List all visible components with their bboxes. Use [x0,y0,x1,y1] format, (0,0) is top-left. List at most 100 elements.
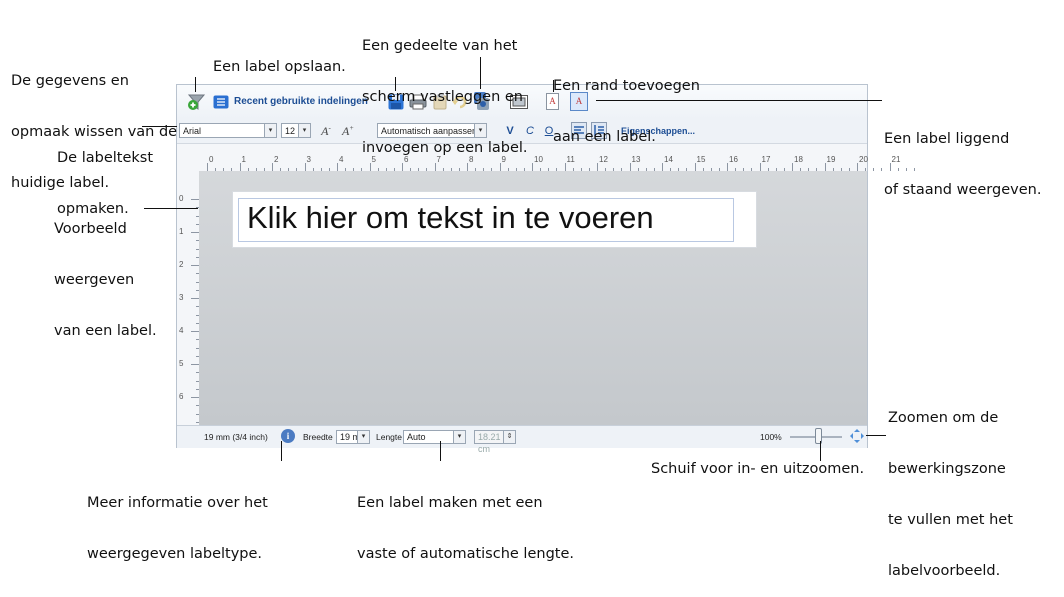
ruler-number: 1 [241,155,246,164]
length-select[interactable]: Auto ▾ [403,430,466,444]
ruler-tick [727,163,728,171]
callout-save: Een label opslaan. [213,59,346,75]
ruler-tick [662,163,663,171]
zoom-fit-icon [850,429,864,443]
callout-preview: Voorbeeld weergeven van een label. [54,187,157,357]
callout-line: invoegen op een label. [362,140,528,156]
ruler-tick [629,163,631,171]
leader-length [440,441,441,461]
ruler-tick [191,364,199,365]
ruler-tick [532,163,533,171]
leader-zoom-fit [866,435,886,436]
length-cm-value: 18.21 cm [478,432,501,454]
leader-orientation [596,100,882,101]
ruler-tick [873,168,875,171]
leader-save [395,77,396,91]
width-label: Breedte [303,432,333,442]
callout-line: of staand weergeven. [884,182,1042,198]
callout-line: labelvoorbeeld. [888,563,1001,579]
callout-line: aan een label. [553,129,656,145]
ruler-tick [857,163,858,171]
clear-funnel-icon [187,94,206,110]
recent-layouts-icon[interactable] [213,95,229,109]
ruler-tick [694,163,696,171]
horizontal-ruler: 0 1 2 3 4 5 6 7 8 9 10 11 12 13 14 15 16 17 18 19 20 21 [199,155,915,172]
ruler-number: 20 [859,155,868,164]
leader-format [142,126,177,127]
width-select[interactable]: 19 mm ▾ [336,430,370,444]
chevron-down-icon: ▾ [298,124,310,137]
callout-line: De gegevens en [11,73,129,89]
vertical-ruler: 0 1 2 3 4 5 6 [177,171,200,425]
leader-capture [480,57,481,89]
ruler-tick [191,397,199,398]
increase-font-icon: A+ [341,123,355,138]
ruler-number: 16 [729,155,738,164]
length-label: Lengte [376,432,402,442]
label-type-text: 19 mm (3/4 inch) [204,432,268,442]
ruler-number: 19 [826,155,836,164]
leader-info [281,441,282,461]
decrease-font-button[interactable]: A- [319,123,333,138]
font-select-value: Arial [183,126,202,136]
ruler-tick [792,163,793,171]
callout-zoom-fit: Zoomen om de bewerkingszone te vullen me… [888,376,1013,597]
ruler-tick [272,163,273,171]
label-info-button[interactable]: i [281,429,295,443]
font-size-value: 12 [285,126,296,136]
callout-line: van een label. [54,323,157,339]
ruler-corner [177,155,199,171]
callout-info: Meer informatie over het weergegeven lab… [87,461,268,580]
chevron-down-icon: ▾ [264,124,276,137]
ruler-number: 4 [339,155,344,164]
ruler-tick [239,163,241,171]
callout-orientation: Een label liggend of staand weergeven. [884,97,1041,216]
callout-line: scherm vastleggen en [362,89,523,105]
ruler-number: 10 [534,155,543,164]
chevron-down-icon: ▾ [357,431,369,443]
label-text[interactable]: Klik hier om tekst in te voeren [247,200,654,236]
leader-border [553,80,554,92]
font-size-select[interactable]: 12 ▾ [281,123,311,138]
ruler-number: 4 [179,326,184,335]
leader-clear [195,77,196,92]
callout-line: Een label liggend [884,131,1010,147]
callout-line: vaste of automatische lengte. [357,546,574,562]
callout-line: Een gedeelte van het [362,38,518,54]
chevron-down-icon: ▾ [453,431,465,443]
ruler-tick [597,163,598,171]
callout-line: Zoomen om de [888,410,999,426]
leader-slider [820,441,821,461]
info-icon: i [286,430,290,441]
callout-slider: Schuif voor in- en uitzoomen. [651,461,865,477]
ruler-number: 17 [761,155,771,164]
ruler-tick [191,331,199,332]
clear-label-button[interactable] [187,92,207,112]
ruler-tick [191,232,199,233]
font-select[interactable]: Arial ▾ [179,123,277,138]
length-cm-spinner[interactable]: 18.21 cm ⇕ [474,430,516,454]
ruler-tick [304,163,306,171]
zoom-to-fit-button[interactable] [850,429,864,443]
ruler-number: 5 [179,359,184,368]
callout-line: weergegeven labeltype. [87,546,263,562]
ruler-number: 3 [179,293,184,302]
ruler-tick [759,163,761,171]
leader-preview [144,208,198,209]
ruler-tick [207,163,208,171]
ruler-number: 2 [274,155,279,164]
callout-line: bewerkingszone [888,461,1006,477]
ruler-tick [824,163,826,171]
callout-line: De labeltekst [57,150,154,166]
callout-line: te vullen met het [888,512,1013,528]
increase-font-button[interactable]: A+ [341,123,355,138]
callout-line: weergeven [54,272,135,288]
ruler-tick [881,168,883,171]
callout-capture: Een gedeelte van het scherm vastleggen e… [362,4,528,174]
length-value: Auto [407,432,426,442]
ruler-tick [337,163,338,171]
ruler-tick [191,298,199,299]
recent-layouts-button[interactable]: Recent gebruikte indelingen [234,96,368,107]
ruler-number: 6 [179,392,184,401]
ruler-number: 0 [209,155,214,164]
